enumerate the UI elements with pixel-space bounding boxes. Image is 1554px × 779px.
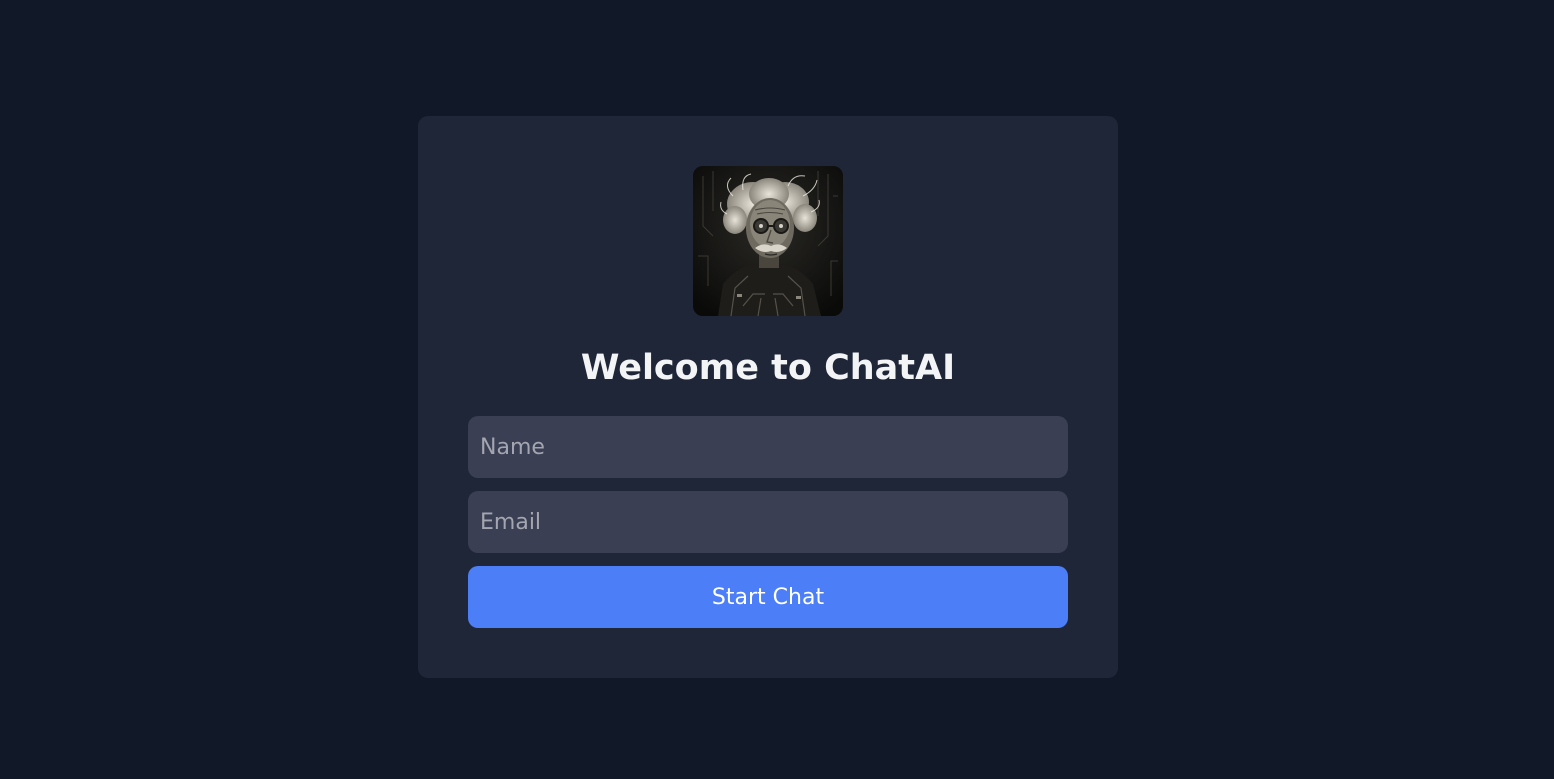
- email-input[interactable]: [468, 491, 1068, 553]
- scientist-portrait-icon: [693, 166, 843, 316]
- avatar: [693, 166, 843, 316]
- page-title: Welcome to ChatAI: [580, 348, 956, 388]
- start-chat-button[interactable]: Start Chat: [468, 566, 1068, 628]
- name-input[interactable]: [468, 416, 1068, 478]
- welcome-card: Welcome to ChatAI Start Chat: [418, 116, 1118, 678]
